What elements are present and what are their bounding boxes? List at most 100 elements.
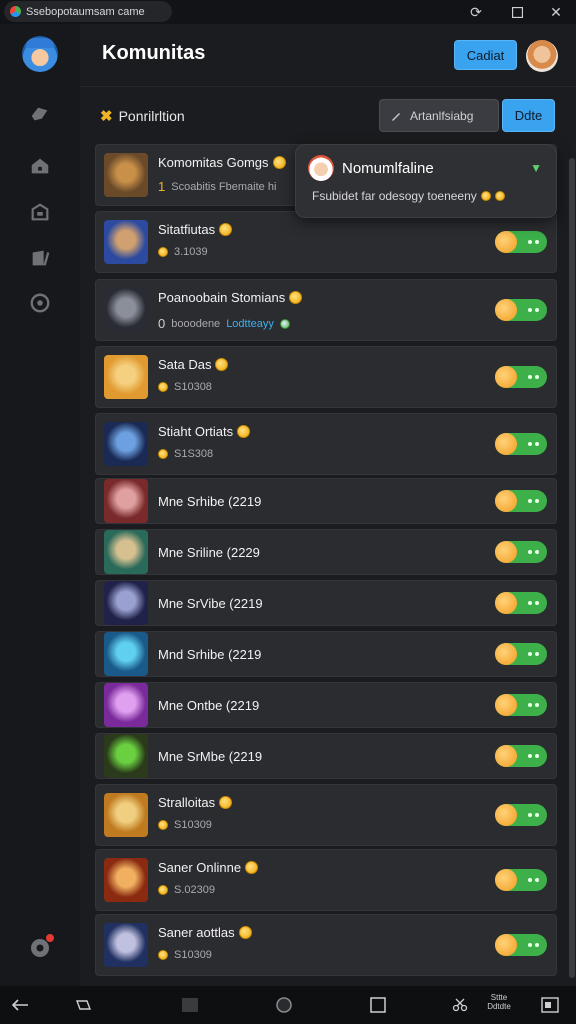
toggle-dot bbox=[528, 878, 532, 882]
square-icon[interactable] bbox=[366, 994, 390, 1016]
chevron-down-icon[interactable]: ▼ bbox=[530, 161, 542, 175]
back-icon[interactable] bbox=[8, 994, 32, 1016]
game-row[interactable]: Sata Das S10308 bbox=[95, 346, 557, 408]
game-link[interactable]: Lodtteayy bbox=[226, 318, 274, 330]
coin-icon bbox=[215, 358, 229, 371]
coin-icon bbox=[245, 861, 259, 874]
game-title-text: Stiaht Ortiats bbox=[158, 424, 234, 439]
search-button[interactable]: Artanlfsiabg bbox=[379, 99, 499, 132]
game-row[interactable]: Stiaht Ortiats S1S308 bbox=[95, 413, 557, 475]
toggle-dot bbox=[535, 878, 539, 882]
toggle-knob bbox=[495, 745, 517, 767]
game-title: Mne Srhibe (2219 bbox=[158, 494, 261, 509]
game-subtitle-text: S10309 bbox=[174, 949, 212, 961]
game-toggle[interactable] bbox=[495, 934, 547, 956]
game-title: Stralloitas bbox=[158, 795, 233, 810]
toggle-dot bbox=[535, 550, 539, 554]
recents-icon[interactable] bbox=[178, 994, 202, 1016]
settings-icon[interactable] bbox=[28, 934, 54, 960]
store-icon[interactable] bbox=[28, 200, 52, 224]
coin-icon bbox=[158, 885, 168, 895]
game-title: Stiaht Ortiats bbox=[158, 424, 251, 439]
toggle-knob bbox=[495, 592, 517, 614]
library-icon[interactable] bbox=[28, 246, 52, 270]
game-toggle[interactable] bbox=[495, 694, 547, 716]
screen-icon[interactable] bbox=[538, 994, 562, 1016]
game-row[interactable]: Sitatfiutas 3.1039 bbox=[95, 211, 557, 273]
game-toggle[interactable] bbox=[495, 592, 547, 614]
notification-popup[interactable]: Nomumlfaline ▼ Fsubidet far odesogy toen… bbox=[295, 144, 557, 218]
maximize-icon[interactable] bbox=[507, 2, 527, 22]
close-icon[interactable]: ✕ bbox=[546, 2, 566, 22]
game-subtitle-text: S1S308 bbox=[174, 448, 214, 460]
game-toggle[interactable] bbox=[495, 745, 547, 767]
game-row[interactable]: Poanoobain Stomians 0 booodene Lodtteayy bbox=[95, 279, 557, 341]
game-toggle[interactable] bbox=[495, 541, 547, 563]
action-button[interactable]: Ddte bbox=[502, 99, 555, 132]
section-label: ✖ Ponrilrltion bbox=[100, 107, 185, 125]
game-row[interactable]: Saner Onlinne S.02309 bbox=[95, 849, 557, 911]
tag-icon bbox=[392, 112, 400, 121]
game-title-text: Stralloitas bbox=[158, 795, 216, 810]
toggle-dot bbox=[535, 703, 539, 707]
app-logo[interactable] bbox=[22, 36, 58, 72]
game-toggle[interactable] bbox=[495, 804, 547, 826]
game-toggle[interactable] bbox=[495, 299, 547, 321]
toggle-dot bbox=[535, 601, 539, 605]
game-title-text: Komomitas Gomgs bbox=[158, 155, 269, 170]
search-button-label: Artanlfsiabg bbox=[410, 108, 474, 123]
game-subtitle: 1 Scoabitis Fbemaite hi bbox=[158, 179, 276, 194]
popup-subtitle-text: Fsubidet far odesogy toeneeny bbox=[312, 189, 477, 203]
coin-icon bbox=[219, 223, 233, 236]
refresh-icon[interactable]: ⟳ bbox=[466, 2, 486, 22]
game-subtitle-text: S10309 bbox=[174, 819, 212, 831]
toggle-dot bbox=[528, 703, 532, 707]
game-subtitle-text: S.02309 bbox=[174, 884, 215, 896]
game-row[interactable]: Mne Sriline (2229 bbox=[95, 529, 557, 575]
speaker-icon[interactable] bbox=[72, 994, 96, 1016]
avatar[interactable] bbox=[526, 40, 558, 72]
swords-icon: ✖ bbox=[100, 108, 113, 125]
home-icon[interactable] bbox=[28, 154, 52, 178]
game-toggle[interactable] bbox=[495, 869, 547, 891]
game-row[interactable]: Mnd Srhibe (2219 bbox=[95, 631, 557, 677]
game-title-text: Mne Ontbe (2219 bbox=[158, 698, 260, 713]
controller-icon[interactable] bbox=[28, 291, 52, 315]
game-row[interactable]: Mne SrVibe (2219 bbox=[95, 580, 557, 626]
toggle-dot bbox=[528, 943, 532, 947]
game-toggle[interactable] bbox=[495, 366, 547, 388]
toggle-dot bbox=[535, 240, 539, 244]
home-circle-icon[interactable] bbox=[272, 994, 296, 1016]
sidebar bbox=[0, 24, 80, 986]
chat-icon[interactable] bbox=[28, 102, 52, 126]
game-row[interactable]: Saner aottlas S10309 bbox=[95, 914, 557, 976]
game-toggle[interactable] bbox=[495, 231, 547, 253]
game-thumbnail bbox=[104, 632, 148, 676]
game-thumbnail bbox=[104, 793, 148, 837]
game-title-text: Saner aottlas bbox=[158, 925, 235, 940]
game-thumbnail bbox=[104, 530, 148, 574]
scrollbar[interactable] bbox=[569, 158, 575, 978]
scissors-icon[interactable] bbox=[448, 994, 472, 1016]
game-row[interactable]: Mne SrMbe (2219 bbox=[95, 733, 557, 779]
toggle-knob bbox=[495, 231, 517, 253]
header-button[interactable]: Cadiat bbox=[454, 40, 517, 70]
game-thumbnail bbox=[104, 288, 148, 332]
browser-tab[interactable]: Ssebopotaumsam came bbox=[4, 1, 172, 22]
game-thumbnail bbox=[104, 683, 148, 727]
toggle-knob bbox=[495, 541, 517, 563]
game-toggle[interactable] bbox=[495, 433, 547, 455]
game-subtitle: S10309 bbox=[158, 949, 212, 961]
game-subtitle-text: 3.1039 bbox=[174, 246, 208, 258]
toggle-knob bbox=[495, 366, 517, 388]
game-row[interactable]: Mne Srhibe (2219 bbox=[95, 478, 557, 524]
game-row[interactable]: Mne Ontbe (2219 bbox=[95, 682, 557, 728]
game-thumbnail bbox=[104, 923, 148, 967]
toggle-dot bbox=[528, 550, 532, 554]
game-thumbnail bbox=[104, 153, 148, 197]
game-toggle[interactable] bbox=[495, 490, 547, 512]
game-subtitle: 3.1039 bbox=[158, 246, 208, 258]
game-toggle[interactable] bbox=[495, 643, 547, 665]
game-title-text: Mne SrVibe (2219 bbox=[158, 596, 263, 611]
game-row[interactable]: Stralloitas S10309 bbox=[95, 784, 557, 846]
